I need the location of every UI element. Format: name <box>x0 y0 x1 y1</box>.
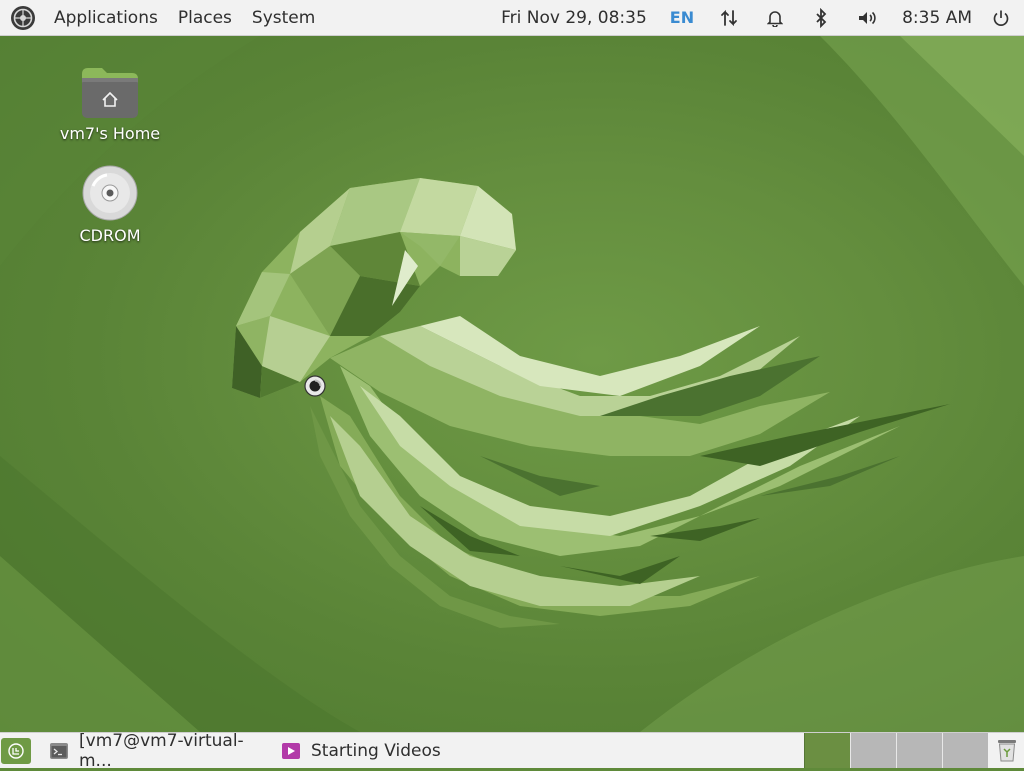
time-clock[interactable]: 8:35 AM <box>890 8 982 28</box>
volume-icon[interactable] <box>856 0 878 36</box>
videos-app-icon <box>281 742 301 760</box>
cdrom-label: CDROM <box>79 226 141 245</box>
bluetooth-icon[interactable] <box>810 0 832 36</box>
notifications-bell-icon[interactable] <box>764 0 786 36</box>
mint-menu-icon <box>8 742 24 759</box>
taskbar-item-videos[interactable]: Starting Videos <box>271 733 451 769</box>
busy-cursor-icon <box>304 375 326 397</box>
taskbar-item-label: Starting Videos <box>311 740 441 761</box>
desktop[interactable]: vm7's Home CDROM <box>0 36 1024 732</box>
workspace-3[interactable] <box>896 733 942 768</box>
bottom-panel: [vm7@vm7-virtual-m... Starting Videos <box>0 730 1024 771</box>
cdrom-desktop-icon[interactable]: CDROM <box>55 164 165 245</box>
network-icon[interactable] <box>718 0 740 36</box>
workspace-switcher[interactable] <box>804 733 988 768</box>
home-folder-icon <box>82 68 138 118</box>
workspace-2[interactable] <box>850 733 896 768</box>
places-menu[interactable]: Places <box>168 0 242 36</box>
show-desktop-button[interactable] <box>1 737 31 764</box>
system-menu[interactable]: System <box>242 0 325 36</box>
taskbar-item-terminal[interactable]: [vm7@vm7-virtual-m... <box>39 730 271 771</box>
workspace-4[interactable] <box>942 733 988 768</box>
mint-menu-logo-icon[interactable] <box>10 5 36 31</box>
workspace-1[interactable] <box>804 733 850 768</box>
date-clock[interactable]: Fri Nov 29, 08:35 <box>490 8 658 28</box>
taskbar-item-label: [vm7@vm7-virtual-m... <box>79 730 244 771</box>
trash-icon[interactable] <box>994 736 1020 764</box>
terminal-icon <box>49 742 69 760</box>
home-folder-label: vm7's Home <box>59 124 161 143</box>
power-icon[interactable] <box>990 0 1012 36</box>
top-panel: Applications Places System Fri Nov 29, 0… <box>0 0 1024 36</box>
home-folder-desktop-icon[interactable]: vm7's Home <box>55 64 165 143</box>
keyboard-layout-indicator[interactable]: EN <box>658 8 706 27</box>
applications-menu[interactable]: Applications <box>44 0 168 36</box>
optical-disc-icon <box>82 165 138 221</box>
